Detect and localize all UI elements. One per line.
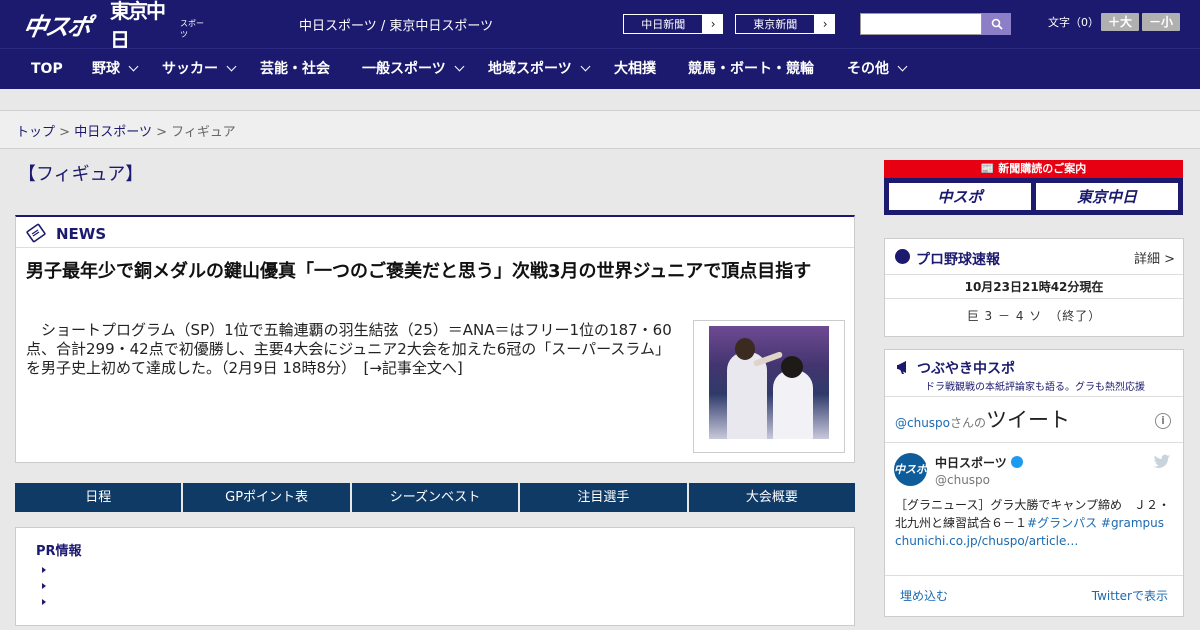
embed-link[interactable]: 埋め込む bbox=[900, 587, 948, 604]
newspaper-icon bbox=[26, 223, 46, 243]
nav-item-general-sports[interactable]: 一般スポーツ bbox=[362, 49, 465, 90]
breadcrumb-current: フィギュア bbox=[171, 125, 236, 140]
divider bbox=[885, 396, 1183, 397]
baseball-scores: プロ野球速報 詳細 > 10月23日21時42分現在 巨 3 － 4 ソ （終了… bbox=[884, 238, 1184, 337]
breadcrumb-bar: トップ > 中日スポーツ > フィギュア bbox=[0, 111, 1200, 149]
baseball-header: プロ野球速報 詳細 > bbox=[885, 239, 1183, 275]
figure-tabs: 日程 GPポイント表 シーズンベスト 注目選手 大会概要 bbox=[15, 483, 856, 512]
subscribe-tokyo-button[interactable]: 東京中日 bbox=[1035, 182, 1179, 211]
chevron-down-icon bbox=[897, 61, 908, 72]
chevron-down-icon bbox=[580, 61, 591, 72]
main-nav: TOP 野球 サッカー 芸能・社会 一般スポーツ 地域スポーツ 大相撲 競馬・ボ… bbox=[0, 48, 1200, 89]
pr-title: PR情報 bbox=[36, 544, 82, 559]
subscribe-chuspo-button[interactable]: 中スポ bbox=[888, 182, 1032, 211]
baseball-title: プロ野球速報 bbox=[916, 252, 1000, 268]
nav-item-entertainment[interactable]: 芸能・社会 bbox=[260, 49, 330, 90]
nav-item-baseball[interactable]: 野球 bbox=[92, 49, 139, 90]
nav-item-soccer[interactable]: サッカー bbox=[162, 49, 237, 90]
newspaper-icon: 📰 bbox=[980, 162, 999, 175]
verified-icon bbox=[1011, 456, 1023, 468]
tab-schedule[interactable]: 日程 bbox=[15, 483, 182, 512]
tweet-section-subtitle: ドラ戦観戦の本紙評論家も語る。グラも熱烈応援 bbox=[925, 382, 1145, 393]
chunichi-shimbun-link[interactable]: 中日新聞 › bbox=[622, 13, 724, 35]
tab-gp-points[interactable]: GPポイント表 bbox=[183, 483, 350, 512]
search-input[interactable] bbox=[860, 13, 982, 35]
font-larger-button[interactable]: ＋大 bbox=[1101, 13, 1139, 31]
nav-item-racing[interactable]: 競馬・ボート・競輪 bbox=[688, 49, 814, 90]
tab-event-overview[interactable]: 大会概要 bbox=[688, 483, 856, 512]
tweet-user-name[interactable]: 中日スポーツ bbox=[935, 454, 1007, 471]
font-size-label: 文字（0） bbox=[1048, 16, 1099, 29]
chuspo-logo[interactable]: 中スポ bbox=[21, 10, 100, 41]
breadcrumb-top[interactable]: トップ bbox=[16, 125, 55, 140]
tweet-user-handle[interactable]: @chuspo bbox=[935, 473, 990, 487]
chevron-down-icon bbox=[128, 61, 139, 72]
subscription-label: 📰 新聞購読のご案内 bbox=[884, 160, 1183, 178]
chevron-right-icon: › bbox=[710, 17, 716, 31]
tweet-section-title: つぶやき中スポ bbox=[917, 361, 1015, 377]
baseball-game-result[interactable]: 巨 3 － 4 ソ （終了） bbox=[885, 307, 1183, 324]
news-headline[interactable]: 男子最年少で銅メダルの鍵山優真「一つのご褒美だと思う」次戦3月の世界ジュニアで頂… bbox=[26, 259, 846, 285]
news-section: NEWS 男子最年少で銅メダルの鍵山優真「一つのご褒美だと思う」次戦3月の世界ジ… bbox=[15, 215, 855, 463]
pr-section: PR情報 bbox=[15, 527, 855, 626]
divider bbox=[885, 442, 1183, 443]
site-title: 中日スポーツ / 東京中日スポーツ bbox=[299, 19, 494, 34]
tab-season-best[interactable]: シーズンベスト bbox=[351, 483, 519, 512]
baseball-timestamp: 10月23日21時42分現在 bbox=[885, 275, 1183, 299]
chevron-down-icon bbox=[226, 61, 237, 72]
font-smaller-button[interactable]: －小 bbox=[1142, 13, 1180, 31]
avatar[interactable]: 中スポ bbox=[894, 453, 927, 486]
news-summary: ショートプログラム（SP）1位で五輪連覇の羽生結弦（25）＝ANA＝はフリー1位… bbox=[26, 321, 672, 377]
tweet-url[interactable]: chunichi.co.jp/chuspo/article… bbox=[895, 534, 1078, 548]
tweets-handle-link[interactable]: @chuspo bbox=[895, 416, 950, 430]
subscription-banner[interactable]: 📰 新聞購読のご案内 中スポ 東京中日 bbox=[884, 160, 1183, 215]
news-photo[interactable] bbox=[693, 320, 845, 453]
tweets-by-line: @chuspoさんのツイート bbox=[895, 408, 1071, 432]
tokyo-shimbun-link[interactable]: 東京新聞 › bbox=[734, 13, 836, 35]
page-title: 【フィギュア】 bbox=[18, 164, 144, 185]
breadcrumb-chunichi-sports[interactable]: 中日スポーツ bbox=[74, 125, 152, 140]
info-icon[interactable]: i bbox=[1155, 413, 1171, 429]
bullet-icon bbox=[42, 599, 46, 605]
twitter-bird-icon[interactable] bbox=[1153, 454, 1171, 470]
header-bar: 中スポ 東京中日 スポーツ 中日スポーツ / 東京中日スポーツ 中日新聞 › 東京… bbox=[0, 0, 1200, 52]
chevron-down-icon bbox=[454, 61, 465, 72]
chevron-right-icon: › bbox=[822, 17, 828, 31]
tab-featured-skaters[interactable]: 注目選手 bbox=[520, 483, 687, 512]
divider bbox=[885, 575, 1183, 576]
view-on-twitter-link[interactable]: Twitterで表示 bbox=[1092, 587, 1168, 604]
baseball-detail-link[interactable]: 詳細 > bbox=[1134, 248, 1175, 267]
nav-item-sumo[interactable]: 大相撲 bbox=[614, 49, 656, 90]
bullet-icon bbox=[42, 583, 46, 589]
bullet-icon bbox=[42, 567, 46, 573]
tweet-hashtags[interactable]: #グランパス #grampus bbox=[1027, 516, 1164, 530]
nav-item-other[interactable]: その他 bbox=[847, 49, 908, 90]
baseball-icon bbox=[895, 249, 910, 264]
search-icon bbox=[991, 18, 1003, 30]
news-section-title: NEWS bbox=[56, 225, 107, 243]
breadcrumb: トップ > 中日スポーツ > フィギュア bbox=[16, 125, 236, 140]
nav-item-local-sports[interactable]: 地域スポーツ bbox=[488, 49, 591, 90]
nav-item-top[interactable]: TOP bbox=[31, 49, 63, 90]
twitter-widget: つぶやき中スポ ドラ戦観戦の本紙評論家も語る。グラも熱烈応援 @chuspoさん… bbox=[884, 349, 1184, 617]
news-header: NEWS bbox=[16, 217, 854, 248]
tweet-text: ［グラニュース］グラ大勝でキャンプ締め Ｊ２・北九州と練習試合６－１#グランパス… bbox=[895, 498, 1171, 548]
spacer-strip bbox=[0, 89, 1200, 111]
skaters-photo bbox=[709, 326, 829, 439]
tokyo-chunichi-logo[interactable]: 東京中日 スポーツ bbox=[110, 0, 210, 52]
megaphone-icon bbox=[897, 361, 906, 374]
search-button[interactable] bbox=[982, 13, 1011, 35]
